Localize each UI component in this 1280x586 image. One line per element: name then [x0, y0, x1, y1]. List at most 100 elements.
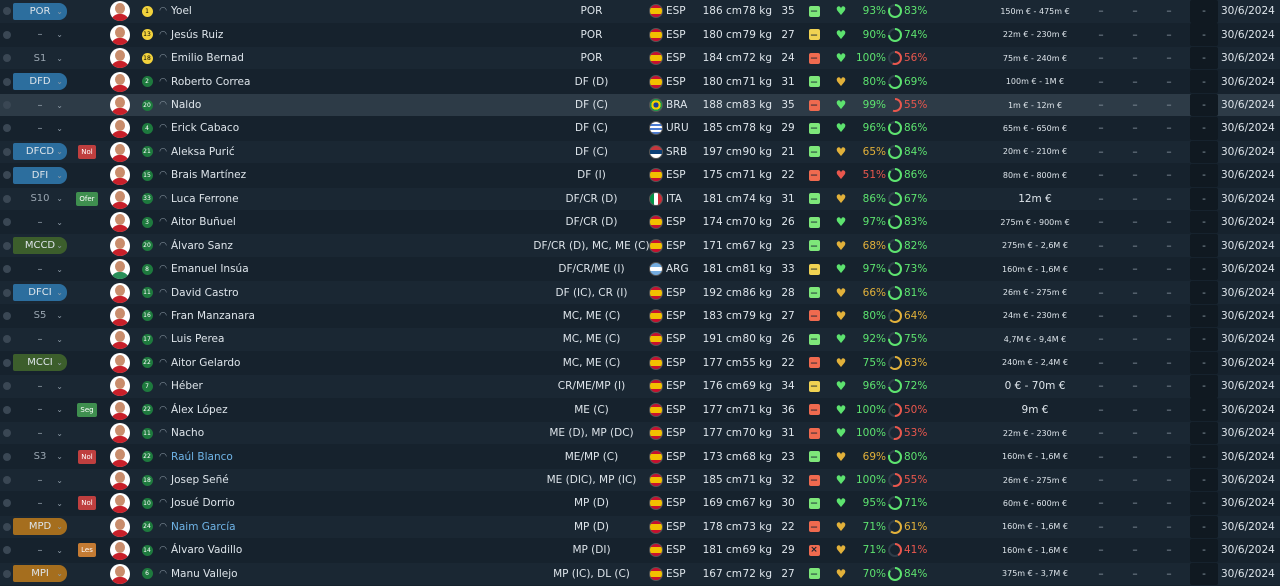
row-select-checkbox[interactable] [2, 469, 12, 492]
tactic-position-select[interactable]: – ⌄ [12, 469, 68, 492]
player-name-link[interactable]: Naldo [171, 94, 391, 117]
table-row[interactable]: – ⌄ 7 ◠ Héber CR/ME/MP (I) ESP 176 cm 69 kg 34— ♥ 9… [0, 375, 1280, 398]
tactic-position-select[interactable]: DFD ⌄ [12, 70, 68, 93]
row-select-checkbox[interactable] [2, 375, 12, 398]
player-name-link[interactable]: Nacho [171, 422, 391, 445]
table-row[interactable]: MPI ⌄ 6 ◠ Manu Vallejo MP (IC), DL (C) ESP 167 … [0, 562, 1280, 586]
table-row[interactable]: DFCI ⌄ 11 ◠ David Castro DF (IC), CR (I) ESP 19… [0, 281, 1280, 304]
table-row[interactable]: S3 ⌄ Nol 22 ◠ Raúl Blanco ME/MP (C) ESP 173 cm 68… [0, 445, 1280, 468]
tactic-position-select[interactable]: – ⌄ [12, 94, 68, 117]
player-face-icon[interactable] [108, 398, 132, 421]
row-select-checkbox[interactable] [2, 516, 12, 539]
player-name-link[interactable]: Raúl Blanco [171, 445, 391, 468]
player-name-link[interactable]: Aitor Gelardo [171, 352, 391, 375]
tactic-position-select[interactable]: – ⌄ [12, 117, 68, 140]
player-face-icon[interactable] [108, 539, 132, 562]
table-row[interactable]: – ⌄ Les 14 ◠ Álvaro Vadillo MP (DI) ESP 181 cm 69… [0, 539, 1280, 562]
tactic-position-select[interactable]: – ⌄ [12, 398, 68, 421]
row-select-checkbox[interactable] [2, 422, 12, 445]
table-row[interactable]: MPD ⌄ 24 ◠ Naim García MP (D) ESP 178 cm 73 kg 22… [0, 515, 1280, 539]
player-face-icon[interactable] [108, 47, 132, 70]
player-face-icon[interactable] [108, 328, 132, 351]
row-select-checkbox[interactable] [2, 258, 12, 281]
row-select-checkbox[interactable] [2, 211, 12, 234]
row-select-checkbox[interactable] [2, 117, 12, 140]
tactic-position-select[interactable]: DFI ⌄ [12, 164, 68, 187]
player-name-link[interactable]: Manu Vallejo [171, 563, 391, 586]
table-row[interactable]: DFD ⌄ 2 ◠ Roberto Correa DF (D) ESP 180 cm 71 kg… [0, 70, 1280, 93]
player-face-icon[interactable] [108, 0, 132, 23]
row-select-checkbox[interactable] [2, 94, 12, 117]
table-row[interactable]: – ⌄ Nol 10 ◠ Josué Dorrio MP (D) ESP 169 cm 67 kg… [0, 492, 1280, 515]
row-select-checkbox[interactable] [2, 188, 12, 211]
player-tag[interactable]: Seg [75, 398, 99, 421]
player-face-icon[interactable] [108, 492, 132, 515]
player-face-icon[interactable] [108, 422, 132, 445]
player-face-icon[interactable] [108, 516, 132, 539]
row-select-checkbox[interactable] [2, 281, 12, 304]
player-name-link[interactable]: Erick Cabaco [171, 117, 391, 140]
player-face-icon[interactable] [108, 305, 132, 328]
player-tag[interactable]: Nol [75, 445, 99, 468]
player-name-link[interactable]: Héber [171, 375, 391, 398]
player-face-icon[interactable] [108, 23, 132, 46]
tactic-position-select[interactable]: – ⌄ [12, 258, 68, 281]
player-tag[interactable]: Ofer [75, 188, 99, 211]
player-name-link[interactable]: Josué Dorrio [171, 492, 391, 515]
player-tag[interactable]: Les [75, 539, 99, 562]
row-select-checkbox[interactable] [2, 0, 12, 23]
table-row[interactable]: – ⌄ 18 ◠ Josep Señé ME (DIC), MP (IC) ESP 185 c… [0, 468, 1280, 492]
row-select-checkbox[interactable] [2, 70, 12, 93]
tactic-position-select[interactable]: – ⌄ [12, 328, 68, 351]
tactic-position-select[interactable]: MPI ⌄ [12, 563, 68, 586]
tactic-position-select[interactable]: S1 ⌄ [12, 47, 68, 70]
table-row[interactable]: – ⌄ Seg 22 ◠ Álex López ME (C) ESP 177 cm 71 kg 36… [0, 398, 1280, 421]
player-face-icon[interactable] [108, 117, 132, 140]
player-name-link[interactable]: Josep Señé [171, 469, 391, 492]
tactic-position-select[interactable]: DFCI ⌄ [12, 281, 68, 304]
player-face-icon[interactable] [108, 234, 132, 257]
player-face-icon[interactable] [108, 469, 132, 492]
tactic-position-select[interactable]: S3 ⌄ [12, 445, 68, 468]
row-select-checkbox[interactable] [2, 141, 12, 164]
tactic-position-select[interactable]: MCCI ⌄ [12, 352, 68, 375]
player-name-link[interactable]: Fran Manzanara [171, 305, 391, 328]
row-select-checkbox[interactable] [2, 398, 12, 421]
player-tag[interactable]: Nol [75, 492, 99, 515]
table-row[interactable]: MCCI ⌄ 22 ◠ Aitor Gelardo MC, ME (C) ESP 177 cm… [0, 351, 1280, 375]
table-row[interactable]: – ⌄ 20 ◠ Naldo DF (C) BRA 188 cm 83 kg 35— ♥ 99% 55%… [0, 93, 1280, 117]
tactic-position-select[interactable]: S10 ⌄ [12, 188, 68, 211]
player-face-icon[interactable] [108, 445, 132, 468]
row-select-checkbox[interactable] [2, 23, 12, 46]
player-face-icon[interactable] [108, 375, 132, 398]
table-row[interactable]: DFCD ⌄ Nol 21 ◠ Aleksa Purić DF (C) SRB 197 cm 90… [0, 140, 1280, 164]
table-row[interactable]: – ⌄ 3 ◠ Aitor Buñuel DF/CR (D) ESP 174 cm 70 kg 2… [0, 210, 1280, 234]
row-select-checkbox[interactable] [2, 492, 12, 515]
player-face-icon[interactable] [108, 211, 132, 234]
tactic-position-select[interactable]: – ⌄ [12, 422, 68, 445]
table-row[interactable]: – ⌄ 17 ◠ Luis Perea MC, ME (C) ESP 191 cm 80 kg 2… [0, 328, 1280, 351]
player-face-icon[interactable] [108, 281, 132, 304]
tactic-position-select[interactable]: MPD ⌄ [12, 516, 68, 539]
player-face-icon[interactable] [108, 164, 132, 187]
table-row[interactable]: – ⌄ 4 ◠ Erick Cabaco DF (C) URU 185 cm 78 kg 29— ♥… [0, 117, 1280, 140]
player-face-icon[interactable] [108, 188, 132, 211]
player-name-link[interactable]: Álex López [171, 398, 391, 421]
row-select-checkbox[interactable] [2, 563, 12, 586]
row-select-checkbox[interactable] [2, 305, 12, 328]
player-name-link[interactable]: Naim García [171, 516, 391, 539]
player-name-link[interactable]: David Castro [171, 281, 391, 304]
tactic-position-select[interactable]: POR ⌄ [12, 0, 68, 23]
tactic-position-select[interactable]: – ⌄ [12, 23, 68, 46]
player-name-link[interactable]: Emilio Bernad [171, 47, 391, 70]
player-face-icon[interactable] [108, 258, 132, 281]
row-select-checkbox[interactable] [2, 352, 12, 375]
tactic-position-select[interactable]: S5 ⌄ [12, 305, 68, 328]
tactic-position-select[interactable]: DFCD ⌄ [12, 141, 68, 164]
player-name-link[interactable]: Emanuel Insúa [171, 258, 391, 281]
table-row[interactable]: DFI ⌄ 15 ◠ Brais Martínez DF (I) ESP 175 cm 71 k… [0, 164, 1280, 187]
player-name-link[interactable]: Yoel [171, 0, 391, 23]
tactic-position-select[interactable]: – ⌄ [12, 539, 68, 562]
row-select-checkbox[interactable] [2, 47, 12, 70]
player-name-link[interactable]: Jesús Ruiz [171, 23, 391, 46]
